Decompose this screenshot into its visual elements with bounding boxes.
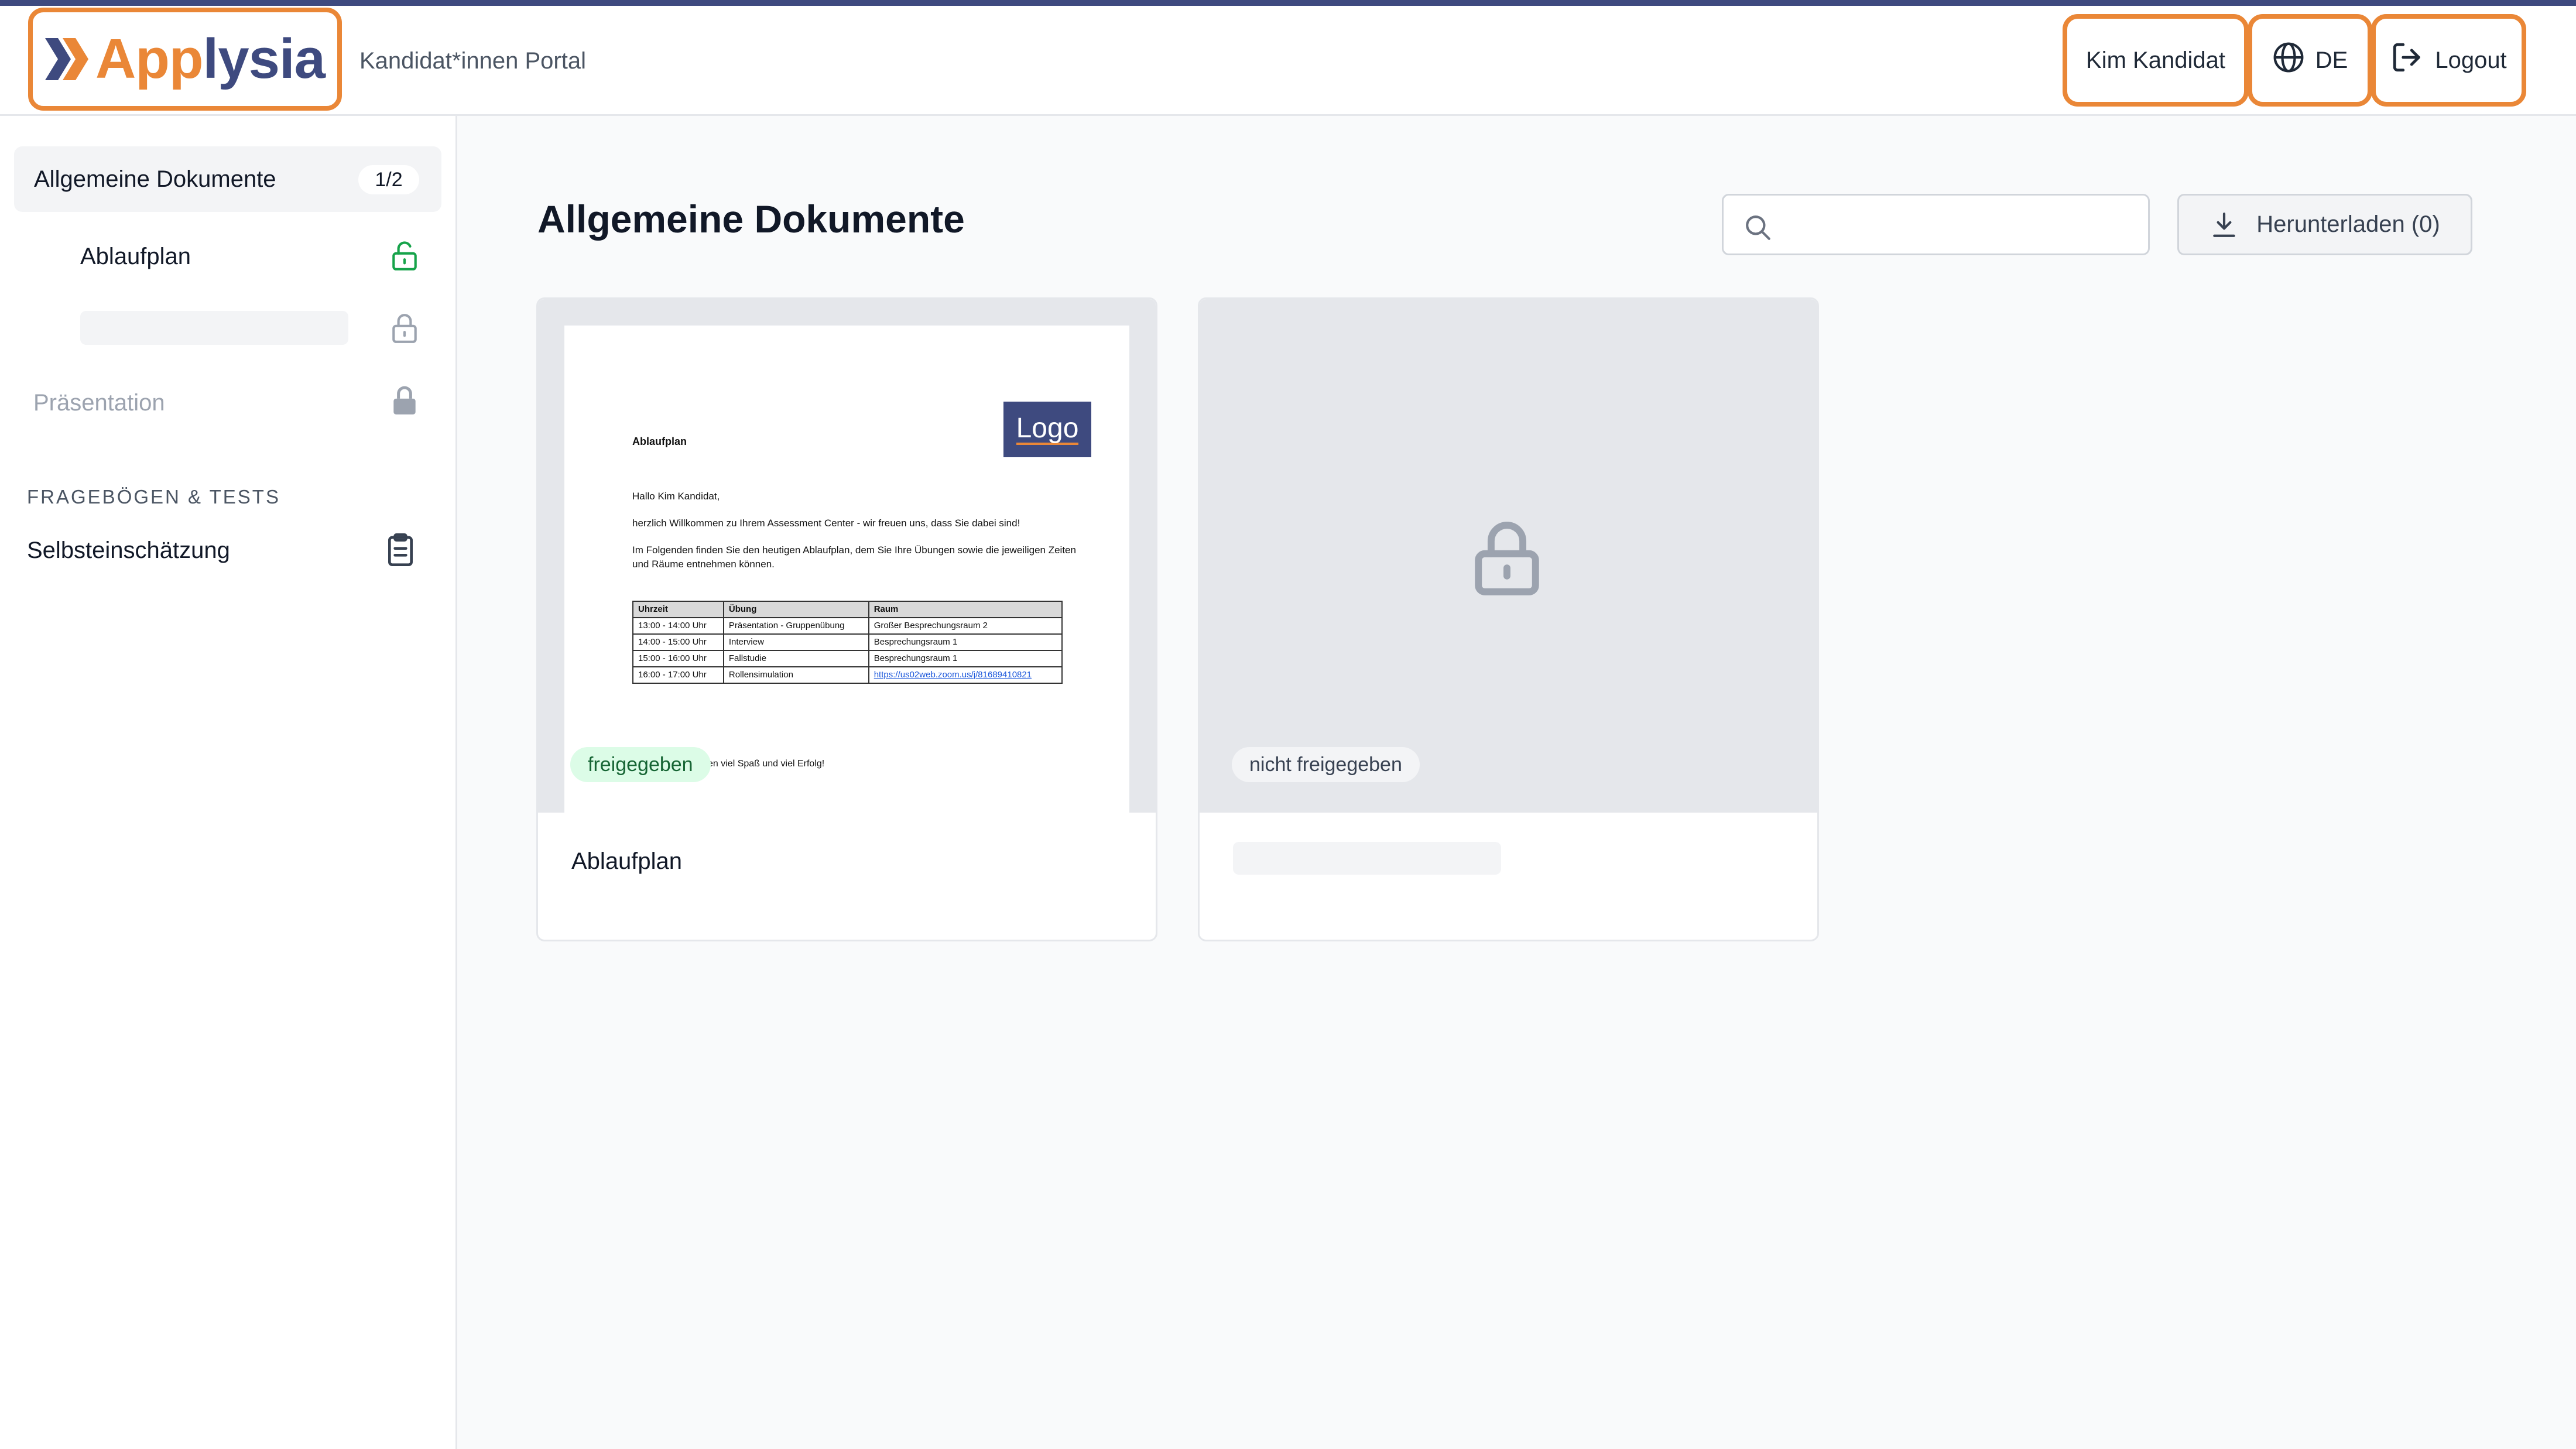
- search-icon: [1746, 215, 1770, 240]
- table-header-cell: Raum: [868, 601, 1063, 618]
- sidebar-item-praesentation[interactable]: Präsentation: [33, 390, 165, 416]
- progress-badge: 1/2: [358, 165, 419, 194]
- sidebar-item-allgemeine-dokumente[interactable]: Allgemeine Dokumente 1/2: [14, 146, 441, 212]
- search-input[interactable]: [1722, 194, 2150, 255]
- card-title: Ablaufplan: [571, 848, 683, 874]
- document-greeting: Hallo Kim Kandidat,: [632, 491, 720, 502]
- download-button[interactable]: Herunterladen (0): [2177, 194, 2472, 255]
- sidebar-item-placeholder[interactable]: [80, 311, 348, 345]
- document-text: Im Folgenden finden Sie den heutigen Abl…: [632, 544, 1076, 570]
- top-header: Applysia Kandidat*innen Portal Kim Kandi…: [0, 6, 2576, 116]
- lock-open-icon: [390, 240, 419, 275]
- table-cell: Besprechungsraum 1: [868, 633, 1063, 651]
- document-logo: Logo: [1003, 402, 1091, 457]
- table-row: 13:00 - 14:00 Uhr Präsentation - Gruppen…: [632, 617, 1063, 635]
- user-menu-button[interactable]: Kim Kandidat: [2063, 14, 2249, 107]
- table-cell: Präsentation - Gruppenübung: [722, 617, 869, 635]
- document-intro: herzlich Willkommen zu Ihrem Assessment …: [632, 518, 1020, 529]
- logout-label: Logout: [2435, 47, 2507, 73]
- lock-icon: [1469, 519, 1545, 601]
- table-cell: Besprechungsraum 1: [868, 650, 1063, 667]
- table-cell: 15:00 - 16:00 Uhr: [632, 650, 724, 667]
- user-name: Kim Kandidat: [2086, 47, 2225, 73]
- schedule-table: Uhrzeit Übung Raum 13:00 - 14:00 Uhr Prä…: [632, 601, 1063, 684]
- sidebar: Allgemeine Dokumente 1/2 Ablaufplan Präs…: [0, 116, 457, 1449]
- language-switch-button[interactable]: DE: [2248, 14, 2372, 107]
- table-row: 15:00 - 16:00 Uhr Fallstudie Besprechung…: [632, 650, 1063, 667]
- sidebar-item-selbsteinschaetzung[interactable]: Selbsteinschätzung: [27, 537, 230, 564]
- status-badge: freigegeben: [570, 747, 711, 782]
- logo-chevron-icon: [44, 38, 91, 80]
- table-cell: 13:00 - 14:00 Uhr: [632, 617, 724, 635]
- document-thumbnail: Logo Ablaufplan Hallo Kim Kandidat, herz…: [538, 299, 1156, 813]
- main-content: Allgemeine Dokumente Herunterladen (0) L…: [457, 116, 2576, 1449]
- document-heading: Ablaufplan: [632, 436, 687, 447]
- logout-button[interactable]: Logout: [2371, 14, 2526, 107]
- zoom-link[interactable]: https://us02web.zoom.us/j/81689410821: [874, 670, 1032, 680]
- document-card-locked[interactable]: nicht freigegeben: [1198, 297, 1819, 941]
- document-closing: en viel Spaß und viel Erfolg!: [708, 759, 825, 769]
- table-cell: https://us02web.zoom.us/j/81689410821: [868, 666, 1063, 684]
- globe-icon: [2272, 41, 2315, 80]
- top-accent-bar: [0, 0, 2576, 6]
- app-logo[interactable]: Applysia: [28, 8, 342, 111]
- language-code: DE: [2315, 47, 2348, 73]
- section-heading-fragebogen: FRAGEBÖGEN & TESTS: [27, 486, 280, 508]
- page-title: Allgemeine Dokumente: [537, 197, 965, 241]
- document-preview: Logo Ablaufplan Hallo Kim Kandidat, herz…: [564, 326, 1129, 813]
- table-row: 16:00 - 17:00 Uhr Rollensimulation https…: [632, 666, 1063, 684]
- table-cell: Rollensimulation: [722, 666, 869, 684]
- lock-icon: [390, 313, 419, 347]
- sidebar-item-label: Allgemeine Dokumente: [34, 166, 276, 192]
- table-cell: 16:00 - 17:00 Uhr: [632, 666, 724, 684]
- clipboard-icon: [384, 532, 417, 571]
- table-header-cell: Übung: [722, 601, 869, 618]
- table-row: 14:00 - 15:00 Uhr Interview Besprechungs…: [632, 633, 1063, 651]
- document-thumbnail: nicht freigegeben: [1200, 299, 1817, 813]
- table-cell: Großer Besprechungsraum 2: [868, 617, 1063, 635]
- sidebar-item-ablaufplan[interactable]: Ablaufplan: [80, 244, 191, 270]
- table-cell: 14:00 - 15:00 Uhr: [632, 633, 724, 651]
- logo-wordmark: Applysia: [95, 28, 326, 90]
- download-label: Herunterladen (0): [2256, 211, 2440, 237]
- download-icon: [2213, 212, 2235, 237]
- lock-filled-icon: [390, 385, 419, 420]
- table-header-cell: Uhrzeit: [632, 601, 724, 618]
- table-cell: Fallstudie: [722, 650, 869, 667]
- table-cell: Interview: [722, 633, 869, 651]
- document-card-ablaufplan[interactable]: Logo Ablaufplan Hallo Kim Kandidat, herz…: [536, 297, 1157, 941]
- card-title-placeholder: [1233, 842, 1501, 875]
- portal-label: Kandidat*innen Portal: [359, 48, 586, 74]
- logout-icon: [2390, 40, 2435, 80]
- status-badge: nicht freigegeben: [1232, 747, 1420, 782]
